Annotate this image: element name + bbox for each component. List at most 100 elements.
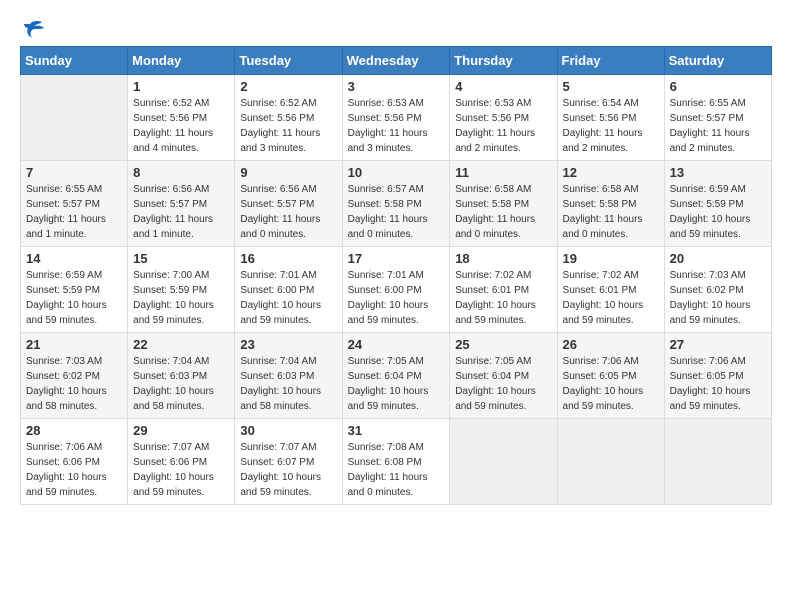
weekday-header-monday: Monday: [128, 47, 235, 75]
calendar-cell: 8Sunrise: 6:56 AMSunset: 5:57 PMDaylight…: [128, 161, 235, 247]
day-info: Sunrise: 7:07 AMSunset: 6:06 PMDaylight:…: [133, 440, 229, 500]
calendar-cell: 31 Sunrise: 7:08 AMSunset: 6:08 PMDayligh…: [342, 419, 450, 505]
day-info: Sunrise: 6:59 AMSunset: 5:59 PMDaylight:…: [670, 182, 766, 242]
weekday-header-tuesday: Tuesday: [235, 47, 342, 75]
day-info: Sunrise: 7:07 AMSunset: 6:07 PMDaylight:…: [240, 440, 336, 500]
weekday-header-sunday: Sunday: [21, 47, 128, 75]
calendar-cell: 24 Sunrise: 7:05 AMSunset: 6:04 PMDayligh…: [342, 333, 450, 419]
day-number: 22: [133, 337, 229, 352]
weekday-header-thursday: Thursday: [450, 47, 557, 75]
day-number: 16: [240, 251, 336, 266]
day-info: Sunrise: 7:01 AMSunset: 6:00 PMDaylight:…: [240, 268, 336, 328]
calendar-cell: 10 Sunrise: 6:57 AMSunset: 5:58 PMDayligh…: [342, 161, 450, 247]
calendar-cell: 14 Sunrise: 6:59 AMSunset: 5:59 PMDayligh…: [21, 247, 128, 333]
day-info: Sunrise: 6:52 AMSunset: 5:56 PMDaylight:…: [240, 96, 336, 156]
calendar-cell: 11Sunrise: 6:58 AMSunset: 5:58 PMDayligh…: [450, 161, 557, 247]
day-info: Sunrise: 7:01 AMSunset: 6:00 PMDaylight:…: [348, 268, 445, 328]
day-info: Sunrise: 7:08 AMSunset: 6:08 PMDaylight:…: [348, 440, 445, 500]
day-info: Sunrise: 7:02 AMSunset: 6:01 PMDaylight:…: [563, 268, 659, 328]
day-info: Sunrise: 6:53 AMSunset: 5:56 PMDaylight:…: [348, 96, 445, 156]
calendar-cell: 19Sunrise: 7:02 AMSunset: 6:01 PMDayligh…: [557, 247, 664, 333]
weekday-header-wednesday: Wednesday: [342, 47, 450, 75]
day-number: 25: [455, 337, 551, 352]
calendar-cell: 4 Sunrise: 6:53 AMSunset: 5:56 PMDaylight…: [450, 75, 557, 161]
logo-bird-icon: [22, 20, 44, 40]
day-number: 7: [26, 165, 122, 180]
day-info: Sunrise: 7:06 AMSunset: 6:05 PMDaylight:…: [670, 354, 766, 414]
calendar-cell: 18 Sunrise: 7:02 AMSunset: 6:01 PMDayligh…: [450, 247, 557, 333]
calendar-week-row: 28Sunrise: 7:06 AMSunset: 6:06 PMDayligh…: [21, 419, 772, 505]
calendar-table: SundayMondayTuesdayWednesdayThursdayFrid…: [20, 46, 772, 505]
day-number: 6: [670, 79, 766, 94]
weekday-header-saturday: Saturday: [664, 47, 771, 75]
calendar-cell: 3 Sunrise: 6:53 AMSunset: 5:56 PMDaylight…: [342, 75, 450, 161]
day-info: Sunrise: 6:57 AMSunset: 5:58 PMDaylight:…: [348, 182, 445, 242]
day-number: 21: [26, 337, 122, 352]
calendar-cell: 2 Sunrise: 6:52 AMSunset: 5:56 PMDaylight…: [235, 75, 342, 161]
calendar-week-row: 14 Sunrise: 6:59 AMSunset: 5:59 PMDayligh…: [21, 247, 772, 333]
day-number: 29: [133, 423, 229, 438]
day-info: Sunrise: 7:05 AMSunset: 6:04 PMDaylight:…: [348, 354, 445, 414]
day-number: 17: [348, 251, 445, 266]
day-number: 10: [348, 165, 445, 180]
day-number: 14: [26, 251, 122, 266]
day-number: 24: [348, 337, 445, 352]
day-number: 9: [240, 165, 336, 180]
calendar-cell: 1Sunrise: 6:52 AMSunset: 5:56 PMDaylight…: [128, 75, 235, 161]
day-info: Sunrise: 6:54 AMSunset: 5:56 PMDaylight:…: [563, 96, 659, 156]
day-number: 13: [670, 165, 766, 180]
day-number: 30: [240, 423, 336, 438]
day-info: Sunrise: 7:06 AMSunset: 6:06 PMDaylight:…: [26, 440, 122, 500]
day-info: Sunrise: 6:55 AMSunset: 5:57 PMDaylight:…: [26, 182, 122, 242]
calendar-cell: 29 Sunrise: 7:07 AMSunset: 6:06 PMDayligh…: [128, 419, 235, 505]
weekday-header-friday: Friday: [557, 47, 664, 75]
day-number: 31: [348, 423, 445, 438]
calendar-cell: 26 Sunrise: 7:06 AMSunset: 6:05 PMDayligh…: [557, 333, 664, 419]
page-header: [20, 20, 772, 36]
logo: [20, 20, 46, 36]
day-number: 2: [240, 79, 336, 94]
day-number: 23: [240, 337, 336, 352]
day-info: Sunrise: 7:03 AMSunset: 6:02 PMDaylight:…: [26, 354, 122, 414]
calendar-cell: [557, 419, 664, 505]
day-info: Sunrise: 6:58 AMSunset: 5:58 PMDaylight:…: [563, 182, 659, 242]
day-number: 12: [563, 165, 659, 180]
calendar-cell: 5 Sunrise: 6:54 AMSunset: 5:56 PMDaylight…: [557, 75, 664, 161]
calendar-cell: 23 Sunrise: 7:04 AMSunset: 6:03 PMDayligh…: [235, 333, 342, 419]
calendar-cell: [21, 75, 128, 161]
day-number: 18: [455, 251, 551, 266]
calendar-cell: 25Sunrise: 7:05 AMSunset: 6:04 PMDayligh…: [450, 333, 557, 419]
day-info: Sunrise: 7:00 AMSunset: 5:59 PMDaylight:…: [133, 268, 229, 328]
day-number: 11: [455, 165, 551, 180]
calendar-cell: 6 Sunrise: 6:55 AMSunset: 5:57 PMDaylight…: [664, 75, 771, 161]
calendar-cell: 17 Sunrise: 7:01 AMSunset: 6:00 PMDayligh…: [342, 247, 450, 333]
calendar-cell: 13 Sunrise: 6:59 AMSunset: 5:59 PMDayligh…: [664, 161, 771, 247]
day-number: 27: [670, 337, 766, 352]
day-info: Sunrise: 7:04 AMSunset: 6:03 PMDaylight:…: [240, 354, 336, 414]
day-number: 5: [563, 79, 659, 94]
day-info: Sunrise: 6:55 AMSunset: 5:57 PMDaylight:…: [670, 96, 766, 156]
day-number: 26: [563, 337, 659, 352]
day-info: Sunrise: 6:53 AMSunset: 5:56 PMDaylight:…: [455, 96, 551, 156]
day-number: 3: [348, 79, 445, 94]
day-info: Sunrise: 7:03 AMSunset: 6:02 PMDaylight:…: [670, 268, 766, 328]
day-info: Sunrise: 6:56 AMSunset: 5:57 PMDaylight:…: [240, 182, 336, 242]
calendar-cell: 12 Sunrise: 6:58 AMSunset: 5:58 PMDayligh…: [557, 161, 664, 247]
calendar-cell: [664, 419, 771, 505]
day-number: 4: [455, 79, 551, 94]
calendar-cell: 27 Sunrise: 7:06 AMSunset: 6:05 PMDayligh…: [664, 333, 771, 419]
calendar-cell: 22 Sunrise: 7:04 AMSunset: 6:03 PMDayligh…: [128, 333, 235, 419]
calendar-cell: 15Sunrise: 7:00 AMSunset: 5:59 PMDayligh…: [128, 247, 235, 333]
calendar-week-row: 1 Sunrise: 6:52 AMSunset: 5:56 PMDaylight…: [21, 75, 772, 161]
calendar-cell: 16 Sunrise: 7:01 AMSunset: 6:00 PMDayligh…: [235, 247, 342, 333]
calendar-cell: [450, 419, 557, 505]
day-info: Sunrise: 7:06 AMSunset: 6:05 PMDaylight:…: [563, 354, 659, 414]
day-info: Sunrise: 6:59 AMSunset: 5:59 PMDaylight:…: [26, 268, 122, 328]
calendar-cell: 21 Sunrise: 7:03 AMSunset: 6:02 PMDayligh…: [21, 333, 128, 419]
calendar-week-row: 21 Sunrise: 7:03 AMSunset: 6:02 PMDayligh…: [21, 333, 772, 419]
day-info: Sunrise: 6:56 AMSunset: 5:57 PMDaylight:…: [133, 182, 229, 242]
day-info: Sunrise: 7:04 AMSunset: 6:03 PMDaylight:…: [133, 354, 229, 414]
day-number: 1: [133, 79, 229, 94]
calendar-cell: 9 Sunrise: 6:56 AMSunset: 5:57 PMDaylight…: [235, 161, 342, 247]
day-info: Sunrise: 7:02 AMSunset: 6:01 PMDaylight:…: [455, 268, 551, 328]
